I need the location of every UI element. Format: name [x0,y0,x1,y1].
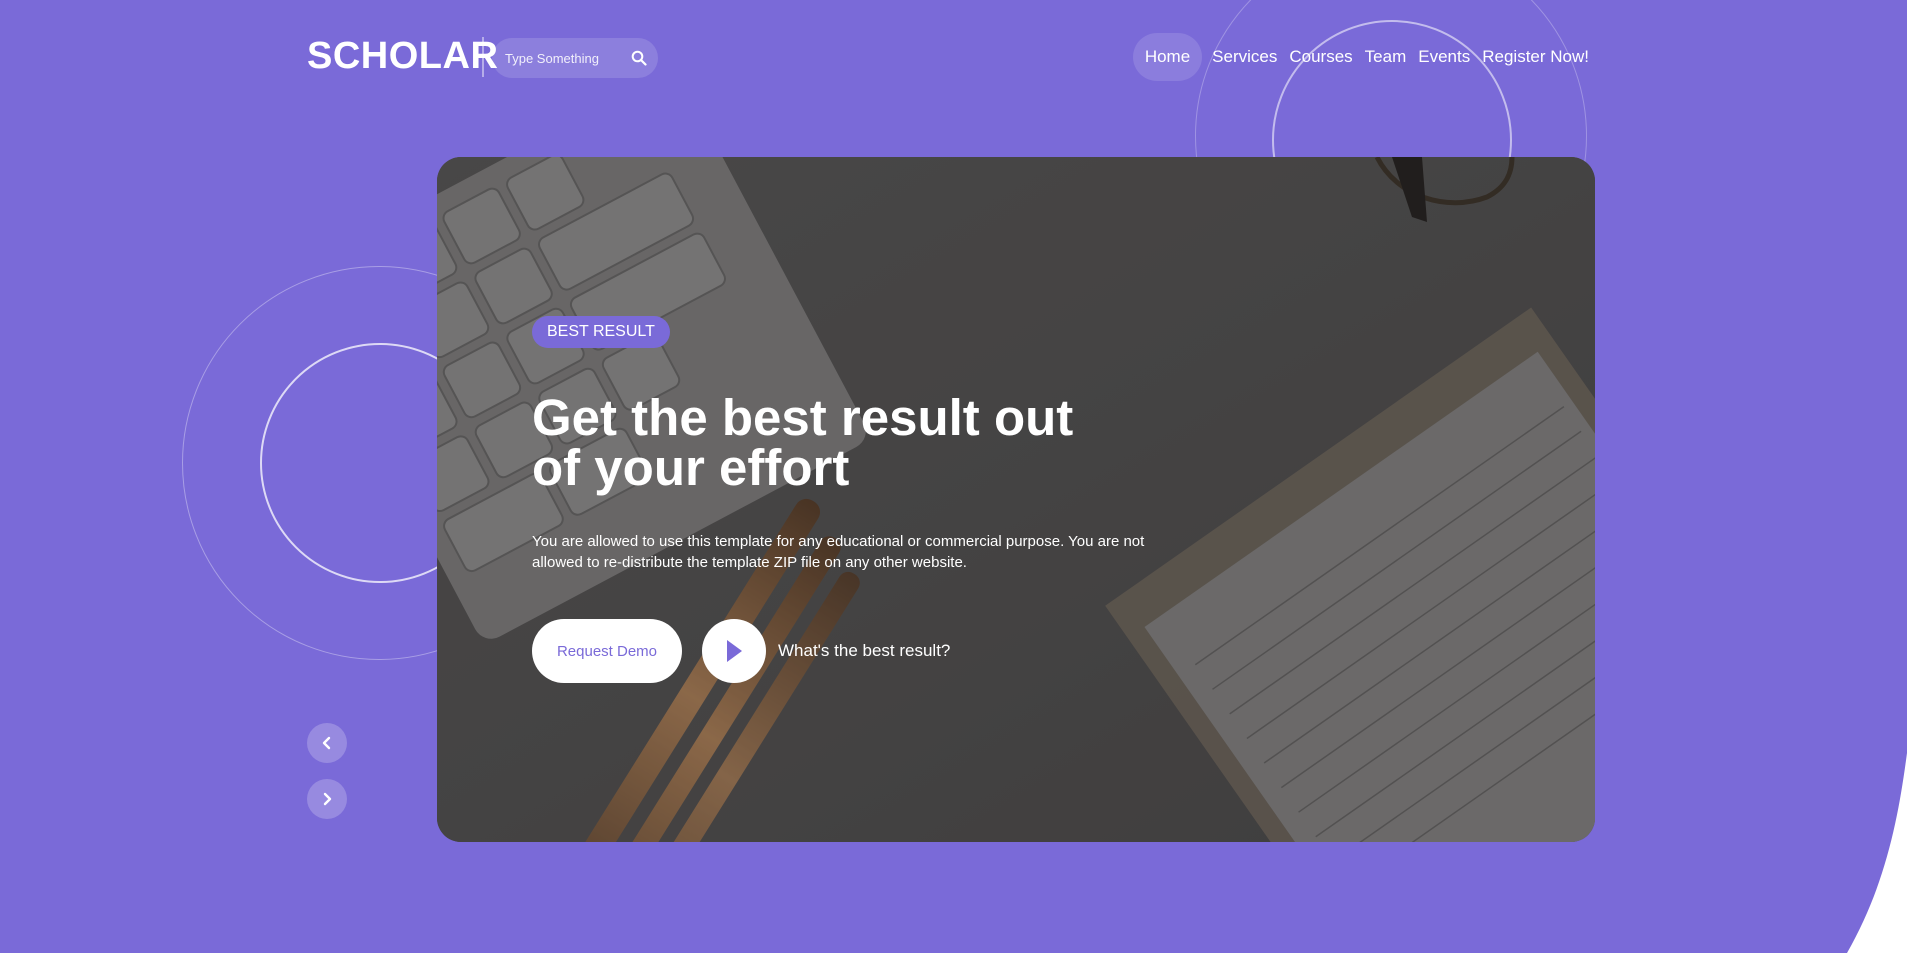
decorative-corner-curve [1847,753,1907,953]
search-icon[interactable] [631,50,647,66]
play-video-button[interactable] [702,619,766,683]
nav-item-home[interactable]: Home [1132,33,1203,81]
nav-item-events[interactable]: Events [1412,33,1476,81]
site-header: SCHOLAR Home Services Courses Team Event… [307,30,1595,82]
site-logo[interactable]: SCHOLAR [307,34,498,78]
search-box [492,38,658,78]
hero-content: BEST RESULT Get the best result out of y… [532,316,1232,588]
slider-prev-button[interactable] [307,723,347,763]
nav-item-register[interactable]: Register Now! [1476,33,1595,81]
play-icon [727,640,742,662]
nav-item-courses[interactable]: Courses [1283,33,1358,81]
request-demo-button[interactable]: Request Demo [532,619,682,683]
page: SCHOLAR Home Services Courses Team Event… [0,0,1907,953]
hero-description: You are allowed to use this template for… [532,533,1145,571]
chevron-left-icon [322,736,331,750]
nav-item-team[interactable]: Team [1359,33,1413,81]
hero-headline: Get the best result out of your effort [532,389,1074,496]
search-input[interactable] [492,38,622,78]
hero-actions: Request Demo What's the best result? [532,619,950,683]
hero-banner: BEST RESULT Get the best result out of y… [437,157,1595,842]
play-video-label[interactable]: What's the best result? [778,641,950,661]
logo-divider [482,37,484,77]
nav-item-services[interactable]: Services [1206,33,1283,81]
hero-badge: BEST RESULT [532,316,670,348]
main-nav: Home Services Courses Team Events Regist… [1132,33,1595,81]
chevron-right-icon [323,792,332,806]
slider-next-button[interactable] [307,779,347,819]
